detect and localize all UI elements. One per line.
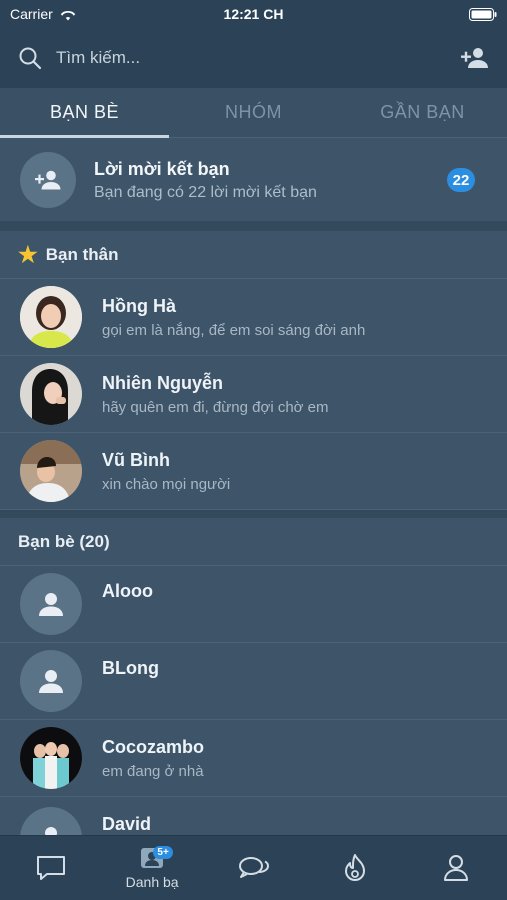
conversations-icon [238,857,269,878]
friend-request-row[interactable]: Lời mời kết bạn Bạn đang có 22 lời mời k… [0,139,507,221]
contact-name: Vũ Bình [102,449,170,470]
status-bar: Carrier 12:21 CH [0,0,507,28]
add-friend-icon[interactable] [459,47,489,69]
search-bar[interactable]: Tìm kiếm... [0,28,507,88]
star-icon: ★ [18,241,38,267]
close-friend-row[interactable]: Vũ Bình xin chào mọi người [0,433,507,510]
close-friends-title: Bạn thân [45,244,119,264]
friends-title: Bạn bè (20) [18,531,110,551]
contact-status: xin chào mọi người [102,475,231,493]
tab-friends[interactable]: BẠN BÈ [0,88,169,138]
close-friend-texts: Vũ Bình xin chào mọi người [102,450,230,493]
friend-row[interactable]: BLong [0,643,507,720]
friend-request-subtitle: Bạn đang có 22 lời mời kết bạn [94,183,317,201]
wifi-icon [60,10,75,20]
avatar [20,573,82,635]
contact-name: Hồng Hà [102,295,176,316]
friend-row[interactable]: Cocozambo em đang ở nhà [0,720,507,797]
contact-status: hãy quên em đi, đừng đợi chờ em [102,398,329,416]
search-input[interactable]: Tìm kiếm... [56,48,459,68]
friend-request-texts: Lời mời kết bạn Bạn đang có 22 lời mời k… [94,159,447,202]
tab-conversations[interactable] [203,836,304,900]
friend-texts: David [102,814,151,835]
contact-name: Alooo [102,581,153,601]
carrier-label: Carrier [10,6,53,22]
default-avatar-icon [39,670,63,693]
friend-texts: BLong [102,658,159,679]
avatar [20,363,82,425]
search-icon[interactable] [18,46,42,70]
battery-icon [469,7,497,21]
tab-groups[interactable]: NHÓM [169,88,338,137]
tab-messages[interactable] [0,836,101,900]
contact-status: em đang ở nhà [102,762,204,780]
fire-icon [344,854,365,881]
avatar [20,650,82,712]
tab-hot[interactable] [304,836,405,900]
tab-contacts-label: Danh bạ [125,874,179,890]
close-friend-row[interactable]: Hồng Hà gọi em là nắng, để em soi sáng đ… [0,279,507,356]
contact-name: BLong [102,658,159,678]
friend-request-avatar [20,152,76,208]
friends-header: Bạn bè (20) [0,518,507,566]
friend-texts: Cocozambo em đang ở nhà [102,737,204,780]
profile-icon [444,855,469,881]
close-friend-texts: Nhiên Nguyễn hãy quên em đi, đừng đợi ch… [102,373,329,416]
contact-name: David [102,814,152,834]
contact-name: Cocozambo [102,736,205,757]
friend-row[interactable]: Alooo [0,566,507,643]
close-friend-texts: Hồng Hà gọi em là nắng, để em soi sáng đ… [102,296,365,339]
tab-contacts[interactable]: 5+ Danh bạ [101,836,202,900]
default-avatar-icon [39,593,63,616]
close-friend-row[interactable]: Nhiên Nguyễn hãy quên em đi, đừng đợi ch… [0,356,507,433]
tab-profile[interactable] [406,836,507,900]
avatar [20,440,82,502]
tab-nearby[interactable]: GẦN BẠN [338,88,507,137]
friend-request-title: Lời mời kết bạn [94,158,230,179]
friend-texts: Alooo [102,581,153,602]
section-divider [0,221,507,231]
tab-strip: BẠN BÈ NHÓM GẦN BẠN [0,88,507,138]
contact-name: Nhiên Nguyễn [102,372,224,393]
avatar [20,286,82,348]
avatar [20,727,82,789]
close-friends-header: ★ Bạn thân [0,231,507,279]
contact-status: gọi em là nắng, để em soi sáng đời anh [102,321,366,339]
contacts-badge: 5+ [153,846,173,859]
friend-request-count-badge: 22 [447,168,475,192]
add-person-icon [35,170,61,190]
chat-icon [36,856,65,880]
status-left: Carrier [10,6,77,22]
bottom-tab-bar: 5+ Danh bạ [0,835,507,900]
